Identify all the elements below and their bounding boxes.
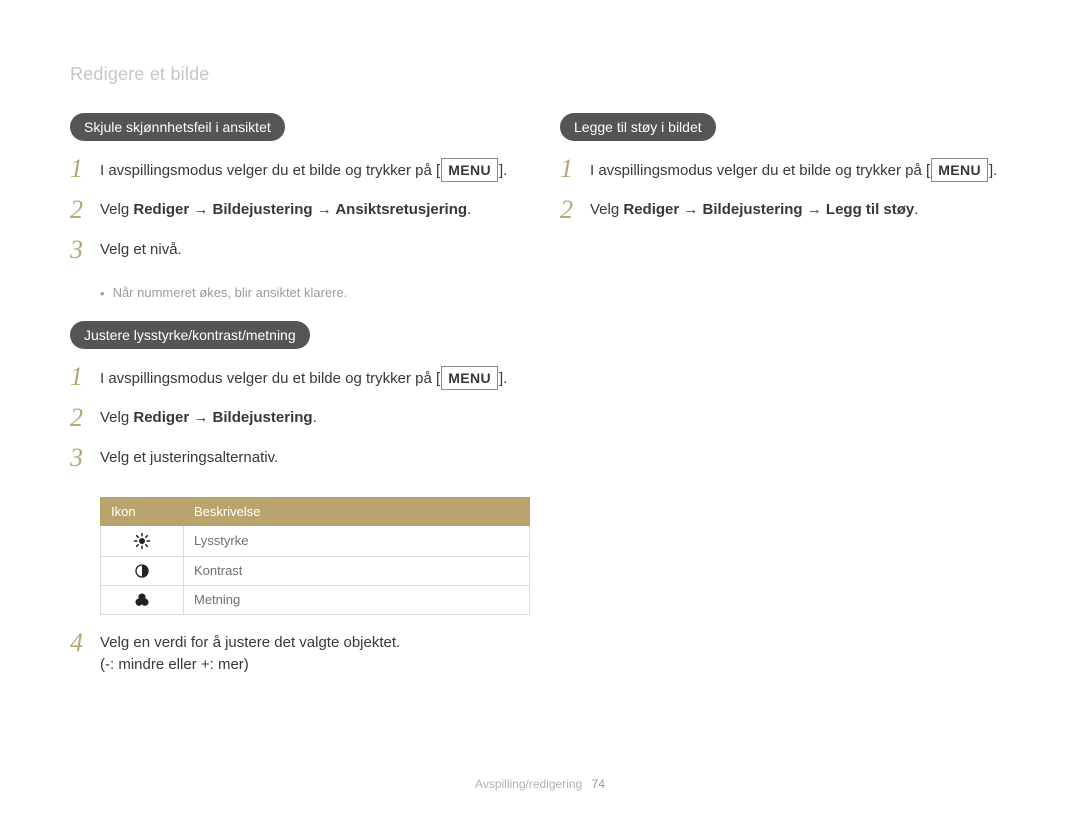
table-cell: Lysstyrke xyxy=(184,525,530,556)
step-number: 3 xyxy=(70,444,100,473)
icon-table: Ikon Beskrivelse Lysstyrke xyxy=(100,497,530,615)
pill-add-noise: Legge til støy i bildet xyxy=(560,113,716,141)
brightness-icon xyxy=(101,525,184,556)
step-body: Velg Rediger → Bildejustering. xyxy=(100,404,317,429)
step-text: I avspillingsmodus velger du et bilde og… xyxy=(590,162,922,179)
steps-add-noise: 1 I avspillingsmodus velger du et bilde … xyxy=(560,155,1010,224)
step-prefix: Velg xyxy=(100,409,133,426)
step-body: Velg Rediger → Bildejustering → Ansiktsr… xyxy=(100,196,471,221)
step-number: 2 xyxy=(560,196,590,225)
menu-button: MENU xyxy=(931,158,988,182)
step-bold: Rediger → Bildejustering → Ansiktsretusj… xyxy=(133,201,467,218)
contrast-icon xyxy=(101,556,184,585)
step: 2 Velg Rediger → Bildejustering → Ansikt… xyxy=(70,196,520,225)
step-text-2: (-: mindre eller +: mer) xyxy=(100,656,249,673)
step-prefix: Velg xyxy=(100,201,133,218)
footer-page-number: 74 xyxy=(592,777,605,791)
table-row: Kontrast xyxy=(101,556,530,585)
step: 1 I avspillingsmodus velger du et bilde … xyxy=(70,155,520,184)
page-footer: Avspilling/redigering 74 xyxy=(0,777,1080,791)
saturation-icon xyxy=(101,585,184,614)
step-body: Velg et justeringsalternativ. xyxy=(100,444,278,469)
pill-brightness-contrast-saturation: Justere lysstyrke/kontrast/metning xyxy=(70,321,310,349)
note-text: Når nummeret økes, blir ansiktet klarere… xyxy=(113,285,348,300)
step-body: Velg et nivå. xyxy=(100,236,182,261)
step-number: 1 xyxy=(70,363,100,392)
step-suffix: . xyxy=(914,201,918,218)
step-suffix: . xyxy=(467,201,471,218)
step-bold: Rediger → Bildejustering xyxy=(133,409,312,426)
step-text: I avspillingsmodus velger du et bilde og… xyxy=(100,162,432,179)
step-text: Velg en verdi for å justere det valgte o… xyxy=(100,634,400,651)
step-body: Velg Rediger → Bildejustering → Legg til… xyxy=(590,196,918,221)
step-body: I avspillingsmodus velger du et bilde og… xyxy=(590,155,997,182)
footer-label: Avspilling/redigering xyxy=(475,777,582,791)
pill-face-retouch: Skjule skjønnhetsfeil i ansiktet xyxy=(70,113,285,141)
table-cell: Metning xyxy=(184,585,530,614)
page-heading: Redigere et bilde xyxy=(70,64,1010,85)
step-number: 1 xyxy=(70,155,100,184)
note-row: Når nummeret økes, blir ansiktet klarere… xyxy=(100,285,520,303)
step-body: I avspillingsmodus velger du et bilde og… xyxy=(100,363,507,390)
th-ikon: Ikon xyxy=(101,497,184,525)
note: Når nummeret økes, blir ansiktet klarere… xyxy=(70,285,520,303)
table-row: Metning xyxy=(101,585,530,614)
step: 2 Velg Rediger → Bildejustering. xyxy=(70,404,520,433)
table-cell: Kontrast xyxy=(184,556,530,585)
step-body: Velg en verdi for å justere det valgte o… xyxy=(100,629,400,676)
step: 3 Velg et nivå. xyxy=(70,236,520,265)
step-number: 1 xyxy=(560,155,590,184)
step-number: 3 xyxy=(70,236,100,265)
th-beskrivelse: Beskrivelse xyxy=(184,497,530,525)
step-text: I avspillingsmodus velger du et bilde og… xyxy=(100,370,432,387)
step-number: 4 xyxy=(70,629,100,658)
menu-button: MENU xyxy=(441,158,498,182)
step: 1 I avspillingsmodus velger du et bilde … xyxy=(70,363,520,392)
steps-brightness: 1 I avspillingsmodus velger du et bilde … xyxy=(70,363,520,473)
table-row: Lysstyrke xyxy=(101,525,530,556)
step: 2 Velg Rediger → Bildejustering → Legg t… xyxy=(560,196,1010,225)
step: 1 I avspillingsmodus velger du et bilde … xyxy=(560,155,1010,184)
step: 3 Velg et justeringsalternativ. xyxy=(70,444,520,473)
step-suffix: . xyxy=(313,409,317,426)
step-number: 2 xyxy=(70,196,100,225)
left-column: Skjule skjønnhetsfeil i ansiktet 1 I avs… xyxy=(70,113,520,687)
step-number: 2 xyxy=(70,404,100,433)
right-column: Legge til støy i bildet 1 I avspillingsm… xyxy=(560,113,1010,687)
steps-face-retouch: 1 I avspillingsmodus velger du et bilde … xyxy=(70,155,520,265)
step-bold: Rediger → Bildejustering → Legg til støy xyxy=(623,201,914,218)
step: 4 Velg en verdi for å justere det valgte… xyxy=(70,629,520,676)
step-prefix: Velg xyxy=(590,201,623,218)
menu-button: MENU xyxy=(441,366,498,390)
step-body: I avspillingsmodus velger du et bilde og… xyxy=(100,155,507,182)
